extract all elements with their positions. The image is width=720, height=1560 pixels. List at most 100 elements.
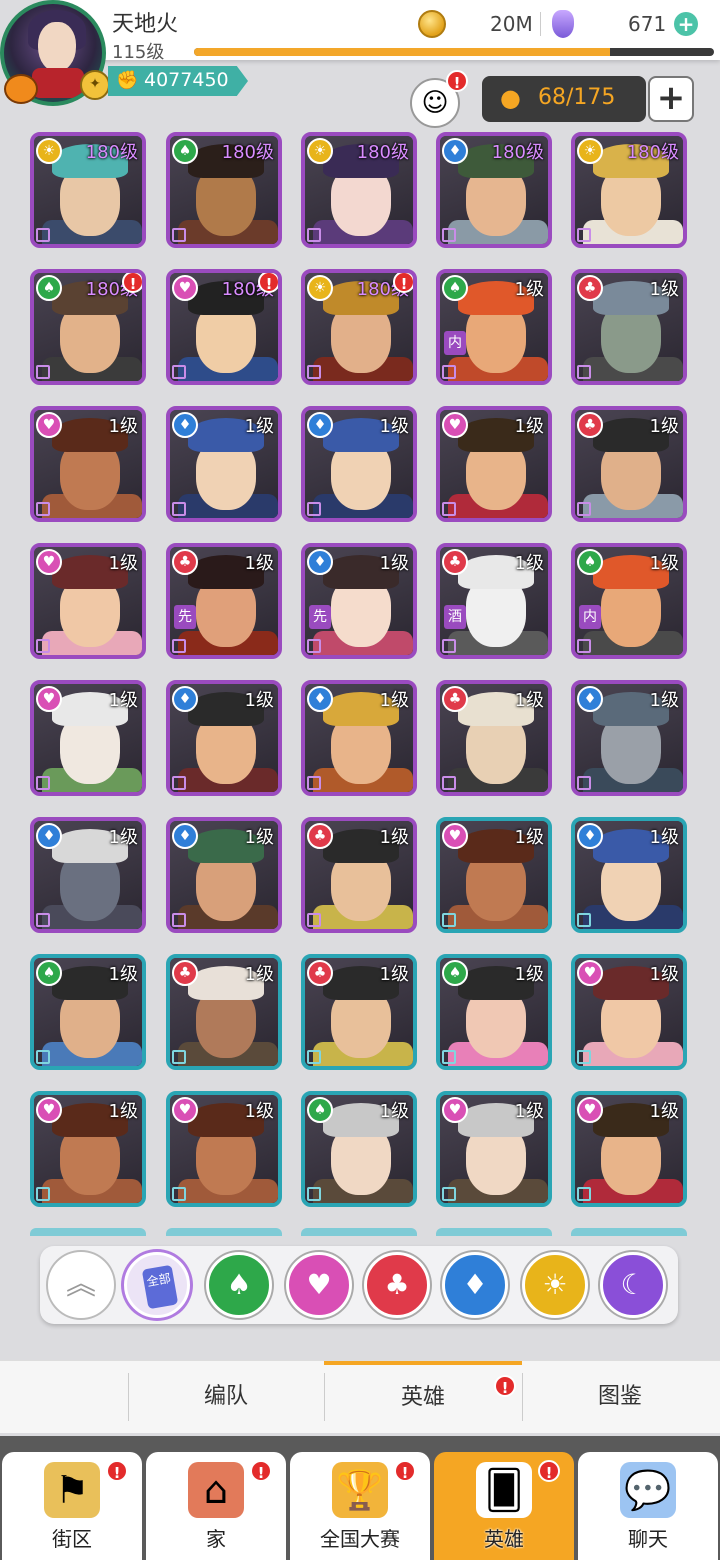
hero-card[interactable]: ☀ 180级 <box>30 132 146 248</box>
hero-card[interactable]: ♠ 1级 <box>30 954 146 1070</box>
hero-card[interactable]: ♠ 1级内 <box>436 269 552 385</box>
hero-card[interactable]: ♣ 1级 <box>301 954 417 1070</box>
hero-card[interactable]: ♠ 1级内 <box>571 543 687 659</box>
hero-card[interactable]: ♥ 1级 <box>30 680 146 796</box>
hero-card-partial[interactable] <box>166 1228 282 1236</box>
diamond-suit-icon: ♦ <box>172 823 198 849</box>
hero-card[interactable]: ☀ 180级 <box>571 132 687 248</box>
hero-card[interactable]: ♦ 1级 <box>166 680 282 796</box>
hero-card-partial[interactable] <box>301 1228 417 1236</box>
hero-level: 1级 <box>649 553 679 574</box>
resource-divider <box>540 12 541 36</box>
hero-card[interactable]: ♦ 1级 <box>30 817 146 933</box>
select-checkbox-icon <box>36 776 50 790</box>
person-icon: ● <box>500 84 521 112</box>
hero-card-partial[interactable] <box>436 1228 552 1236</box>
power-value: 4077450 <box>144 69 229 91</box>
nav-national-contest[interactable]: 🏆 全国大赛! <box>290 1452 430 1560</box>
sun-suit-icon: ☀ <box>307 275 333 301</box>
player-header: ✦ 天地火 115级 ✊ 4077450 20M 671 + ☺ ! ● 68/… <box>0 0 720 130</box>
hero-card[interactable]: ♠ 1级 <box>301 1091 417 1207</box>
nav-chat[interactable]: 💬 聊天 <box>578 1452 718 1560</box>
hero-trait-tag: 内 <box>444 331 466 355</box>
hero-card[interactable]: ♥ 1级 <box>166 1091 282 1207</box>
filter-sun-button[interactable]: ☀ <box>522 1252 588 1318</box>
nav-label: 家 <box>206 1527 226 1551</box>
tab-formation[interactable]: 编队 <box>128 1361 324 1433</box>
filter-club-button[interactable]: ♣ <box>364 1252 430 1318</box>
nav-heroes[interactable]: 🂠 英雄! <box>434 1452 574 1560</box>
hero-card[interactable]: ♥ 1级 <box>571 1091 687 1207</box>
hero-card-partial[interactable] <box>571 1228 687 1236</box>
select-checkbox-icon <box>442 913 456 927</box>
select-checkbox-icon <box>172 1050 186 1064</box>
club-suit-icon: ♣ <box>577 412 603 438</box>
hero-card[interactable]: ♦ 1级 <box>166 406 282 522</box>
expand-capacity-button[interactable]: + <box>648 76 694 122</box>
hero-card[interactable]: ♦ 180级 <box>436 132 552 248</box>
select-checkbox-icon <box>36 228 50 242</box>
hero-card[interactable]: ♦ 1级 <box>301 406 417 522</box>
tab-codex[interactable]: 图鉴 <box>522 1361 718 1433</box>
sun-icon: ☀ <box>542 1268 568 1301</box>
hero-card-partial[interactable] <box>30 1228 146 1236</box>
filter-moon-button[interactable]: ☾ <box>600 1252 666 1318</box>
diamond-suit-icon: ♦ <box>307 549 333 575</box>
add-gems-button[interactable]: + <box>674 12 698 36</box>
hero-card[interactable]: ♠ 180级! <box>30 269 146 385</box>
hero-card[interactable]: ♥ 1级 <box>436 406 552 522</box>
filter-heart-button[interactable]: ♥ <box>286 1252 352 1318</box>
hero-card[interactable]: ♥ 1级 <box>30 1091 146 1207</box>
hero-level: 180级 <box>221 142 274 163</box>
heart-suit-icon: ♥ <box>172 1097 198 1123</box>
hero-level: 180级 <box>491 142 544 163</box>
hero-card[interactable]: ♥ 1级 <box>436 1091 552 1207</box>
hero-card[interactable]: ☀ 180级! <box>301 269 417 385</box>
tab-heroes[interactable]: 英雄 <box>324 1361 522 1433</box>
select-checkbox-icon <box>36 1187 50 1201</box>
vip-badge-icon[interactable]: ✦ <box>80 70 110 100</box>
club-suit-icon: ♣ <box>577 275 603 301</box>
hero-card[interactable]: ♣ 1级 <box>301 817 417 933</box>
filter-spade-button[interactable]: ♠ <box>206 1252 272 1318</box>
hero-card[interactable]: ♠ 180级 <box>166 132 282 248</box>
hero-level: 1级 <box>514 1101 544 1122</box>
hero-card[interactable]: ♣ 1级 <box>436 680 552 796</box>
exp-bar <box>194 48 714 56</box>
diamond-suit-icon: ♦ <box>172 686 198 712</box>
hero-card[interactable]: ♣ 1级先 <box>166 543 282 659</box>
hero-card[interactable]: ♣ 1级 <box>571 406 687 522</box>
hero-card[interactable]: ♦ 1级 <box>571 680 687 796</box>
hero-card[interactable]: ♣ 1级 <box>166 954 282 1070</box>
filter-diamond-button[interactable]: ♦ <box>442 1252 508 1318</box>
hero-level: 1级 <box>108 690 138 711</box>
hero-card[interactable]: ♥ 180级! <box>166 269 282 385</box>
hero-card[interactable]: ♠ 1级 <box>436 954 552 1070</box>
nav-street[interactable]: ⚑ 街区! <box>2 1452 142 1560</box>
hero-card[interactable]: ♥ 1级 <box>571 954 687 1070</box>
diamond-icon: ♦ <box>462 1268 488 1301</box>
nav-home[interactable]: ⌂ 家! <box>146 1452 286 1560</box>
hero-card[interactable]: ♥ 1级 <box>436 817 552 933</box>
hero-card[interactable]: ♦ 1级先 <box>301 543 417 659</box>
select-checkbox-icon <box>307 365 321 379</box>
filter-scroll-up-button[interactable]: ︽ <box>48 1252 114 1318</box>
hero-card[interactable]: ♦ 1级 <box>301 680 417 796</box>
hero-level: 1级 <box>649 964 679 985</box>
hero-card[interactable]: ♣ 1级酒 <box>436 543 552 659</box>
hero-card[interactable]: ♣ 1级 <box>571 269 687 385</box>
player-name: 天地火 <box>112 12 179 37</box>
nav-label: 街区 <box>52 1527 92 1551</box>
hero-level: 1级 <box>514 827 544 848</box>
hero-card[interactable]: ♦ 1级 <box>166 817 282 933</box>
select-checkbox-icon <box>442 1187 456 1201</box>
filter-all-button[interactable]: 全部 <box>124 1252 190 1318</box>
hero-card[interactable]: ♦ 1级 <box>571 817 687 933</box>
spade-suit-icon: ♠ <box>577 549 603 575</box>
hero-alert-icon: ! <box>258 273 278 293</box>
select-checkbox-icon <box>36 1050 50 1064</box>
hero-card[interactable]: ♥ 1级 <box>30 406 146 522</box>
hero-card[interactable]: ☀ 180级 <box>301 132 417 248</box>
signpost-icon: ⚑ <box>44 1462 100 1518</box>
hero-card[interactable]: ♥ 1级 <box>30 543 146 659</box>
